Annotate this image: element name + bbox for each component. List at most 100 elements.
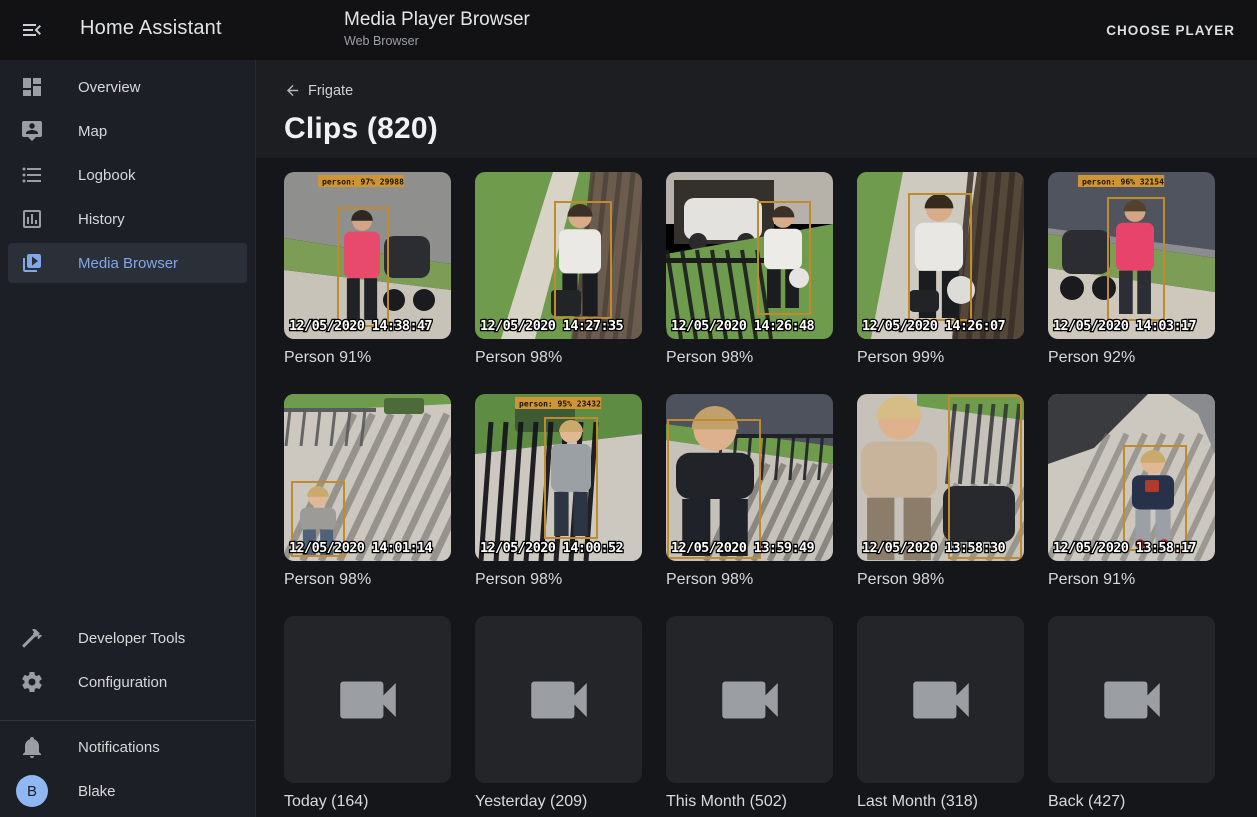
svg-text:12/05/2020 14:01:14: 12/05/2020 14:01:14 bbox=[289, 540, 432, 556]
sidebar-item-logbook[interactable]: Logbook bbox=[8, 155, 247, 195]
sidebar-item-label: Developer Tools bbox=[78, 630, 185, 647]
clip-thumbnail[interactable]: person: 95% 23432 12/05/2020 14:00:52 bbox=[475, 394, 642, 561]
video-camera-icon bbox=[1095, 663, 1169, 737]
clip-label: Person 98% bbox=[475, 348, 642, 368]
folder-thumbnail[interactable] bbox=[475, 616, 642, 783]
sidebar-item-label: Logbook bbox=[78, 167, 136, 184]
folder-thumbnail[interactable] bbox=[284, 616, 451, 783]
sidebar-item-history[interactable]: History bbox=[8, 199, 247, 239]
sidebar-item-developer-tools[interactable]: Developer Tools bbox=[8, 618, 247, 658]
hammer-icon bbox=[20, 626, 44, 650]
folder-card-this-month-502-[interactable]: This Month (502) bbox=[666, 616, 833, 817]
clip-thumbnail[interactable]: 12/05/2020 14:26:48 bbox=[666, 172, 833, 339]
folder-label: Yesterday (209) bbox=[475, 792, 642, 812]
svg-text:12/05/2020 13:58:17: 12/05/2020 13:58:17 bbox=[1053, 540, 1196, 556]
user-name-label: Blake bbox=[78, 783, 116, 800]
svg-text:12/05/2020 13:58:30: 12/05/2020 13:58:30 bbox=[862, 540, 1005, 556]
clip-thumbnail[interactable]: person: 97% 29988 12/05/2020 14:38:47 bbox=[284, 172, 451, 339]
clip-card[interactable]: person: 97% 29988 12/05/2020 14:38:47 Pers… bbox=[284, 172, 451, 394]
svg-text:12/05/2020 14:00:52: 12/05/2020 14:00:52 bbox=[480, 540, 623, 556]
clip-label: Person 91% bbox=[284, 348, 451, 368]
user-avatar: B bbox=[16, 775, 48, 807]
sidebar-item-map[interactable]: Map bbox=[8, 111, 247, 151]
page-title: Media Player Browser bbox=[344, 9, 530, 31]
video-camera-icon bbox=[713, 663, 787, 737]
clip-thumbnail[interactable]: 12/05/2020 14:27:35 bbox=[475, 172, 642, 339]
page-subtitle: Web Browser bbox=[344, 34, 530, 48]
folder-card-yesterday-209-[interactable]: Yesterday (209) bbox=[475, 616, 642, 817]
main-content: Frigate Clips (820) person: 97% 29988 12/… bbox=[256, 60, 1257, 817]
sidebar: Overview Map Logbook History Media Browser D… bbox=[0, 60, 256, 817]
sidebar-item-profile[interactable]: B Blake bbox=[8, 771, 247, 811]
clip-label: Person 98% bbox=[857, 570, 1024, 590]
breadcrumb[interactable]: Frigate bbox=[284, 82, 353, 99]
svg-text:12/05/2020 14:26:48: 12/05/2020 14:26:48 bbox=[671, 318, 814, 334]
folder-label: This Month (502) bbox=[666, 792, 833, 812]
breadcrumb-label: Frigate bbox=[308, 83, 353, 99]
clip-label: Person 99% bbox=[857, 348, 1024, 368]
svg-text:person: 97% 29988: person: 97% 29988 bbox=[322, 178, 404, 187]
view-dashboard-icon bbox=[20, 75, 44, 99]
sidebar-item-configuration[interactable]: Configuration bbox=[8, 662, 247, 702]
folder-card-today-164-[interactable]: Today (164) bbox=[284, 616, 451, 817]
clip-card[interactable]: 12/05/2020 14:01:14Person 98% bbox=[284, 394, 451, 616]
chart-box-icon bbox=[20, 207, 44, 231]
clip-card[interactable]: 12/05/2020 14:26:48 Person 98% bbox=[666, 172, 833, 394]
choose-player-button[interactable]: CHOOSE PLAYER bbox=[1098, 15, 1243, 45]
clip-thumbnail[interactable]: 12/05/2020 13:58:17 bbox=[1048, 394, 1215, 561]
sidebar-divider bbox=[0, 720, 255, 721]
video-camera-icon bbox=[331, 663, 405, 737]
clip-label: Person 98% bbox=[475, 570, 642, 590]
sidebar-item-notifications[interactable]: Notifications bbox=[8, 727, 247, 767]
svg-text:person: 96% 32154: person: 96% 32154 bbox=[1082, 178, 1164, 187]
clip-label: Person 92% bbox=[1048, 348, 1215, 368]
sidebar-item-label: Media Browser bbox=[78, 255, 178, 272]
clip-thumbnail[interactable]: person: 96% 32154 12/05/2020 14:03:17 bbox=[1048, 172, 1215, 339]
app-bar: Home Assistant Media Player Browser Web … bbox=[0, 0, 1257, 60]
folder-thumbnail[interactable] bbox=[1048, 616, 1215, 783]
home-assistant-app: Home Assistant Media Player Browser Web … bbox=[0, 0, 1257, 817]
clip-card[interactable]: 12/05/2020 13:58:17 Person 91% bbox=[1048, 394, 1215, 616]
sidebar-item-label: Configuration bbox=[78, 674, 167, 691]
clip-card[interactable]: 12/05/2020 13:59:49 Person 98% bbox=[666, 394, 833, 616]
sidebar-item-overview[interactable]: Overview bbox=[8, 67, 247, 107]
clip-card[interactable]: person: 95% 23432 12/05/2020 14:00:52 Pers… bbox=[475, 394, 642, 616]
folder-label: Last Month (318) bbox=[857, 792, 1024, 812]
folder-card-back-427-[interactable]: Back (427) bbox=[1048, 616, 1215, 817]
sidebar-nav-list: Overview Map Logbook History Media Browser bbox=[0, 60, 255, 283]
video-camera-icon bbox=[904, 663, 978, 737]
svg-text:12/05/2020 14:38:47: 12/05/2020 14:38:47 bbox=[289, 318, 432, 334]
folder-card-last-month-318-[interactable]: Last Month (318) bbox=[857, 616, 1024, 817]
page-heading: Clips (820) bbox=[284, 112, 1257, 146]
clip-card[interactable]: 12/05/2020 14:27:35 Person 98% bbox=[475, 172, 642, 394]
sidebar-item-label: Map bbox=[78, 123, 107, 140]
clip-label: Person 98% bbox=[666, 570, 833, 590]
content-header: Frigate Clips (820) bbox=[256, 60, 1257, 158]
svg-text:12/05/2020 14:27:35: 12/05/2020 14:27:35 bbox=[480, 318, 623, 334]
video-camera-icon bbox=[522, 663, 596, 737]
clip-card[interactable]: 12/05/2020 14:26:07 Person 99% bbox=[857, 172, 1024, 394]
app-title: Home Assistant bbox=[80, 17, 222, 40]
sidebar-tools-list: Developer Tools Configuration bbox=[0, 618, 255, 702]
clip-thumbnail[interactable]: 12/05/2020 14:01:14 bbox=[284, 394, 451, 561]
page-title-block: Media Player Browser Web Browser bbox=[344, 9, 530, 48]
clip-thumbnail[interactable]: 12/05/2020 14:26:07 bbox=[857, 172, 1024, 339]
sidebar-item-label: Overview bbox=[78, 79, 141, 96]
clip-card[interactable]: 12/05/2020 13:58:30 Person 98% bbox=[857, 394, 1024, 616]
clip-label: Person 91% bbox=[1048, 570, 1215, 590]
clip-thumbnail[interactable]: 12/05/2020 13:58:30 bbox=[857, 394, 1024, 561]
sidebar-item-media-browser[interactable]: Media Browser bbox=[8, 243, 247, 283]
play-box-multiple-icon bbox=[20, 251, 44, 275]
sidebar-toggle-button[interactable] bbox=[18, 16, 46, 44]
folder-label: Back (427) bbox=[1048, 792, 1215, 812]
svg-text:person: 95% 23432: person: 95% 23432 bbox=[519, 400, 601, 409]
sidebar-item-label: History bbox=[78, 211, 125, 228]
clip-thumbnail[interactable]: 12/05/2020 13:59:49 bbox=[666, 394, 833, 561]
folder-label: Today (164) bbox=[284, 792, 451, 812]
map-person-icon bbox=[20, 119, 44, 143]
clip-label: Person 98% bbox=[666, 348, 833, 368]
svg-text:12/05/2020 14:03:17: 12/05/2020 14:03:17 bbox=[1053, 318, 1196, 334]
folder-thumbnail[interactable] bbox=[666, 616, 833, 783]
clip-card[interactable]: person: 96% 32154 12/05/2020 14:03:17 Pers… bbox=[1048, 172, 1215, 394]
folder-thumbnail[interactable] bbox=[857, 616, 1024, 783]
